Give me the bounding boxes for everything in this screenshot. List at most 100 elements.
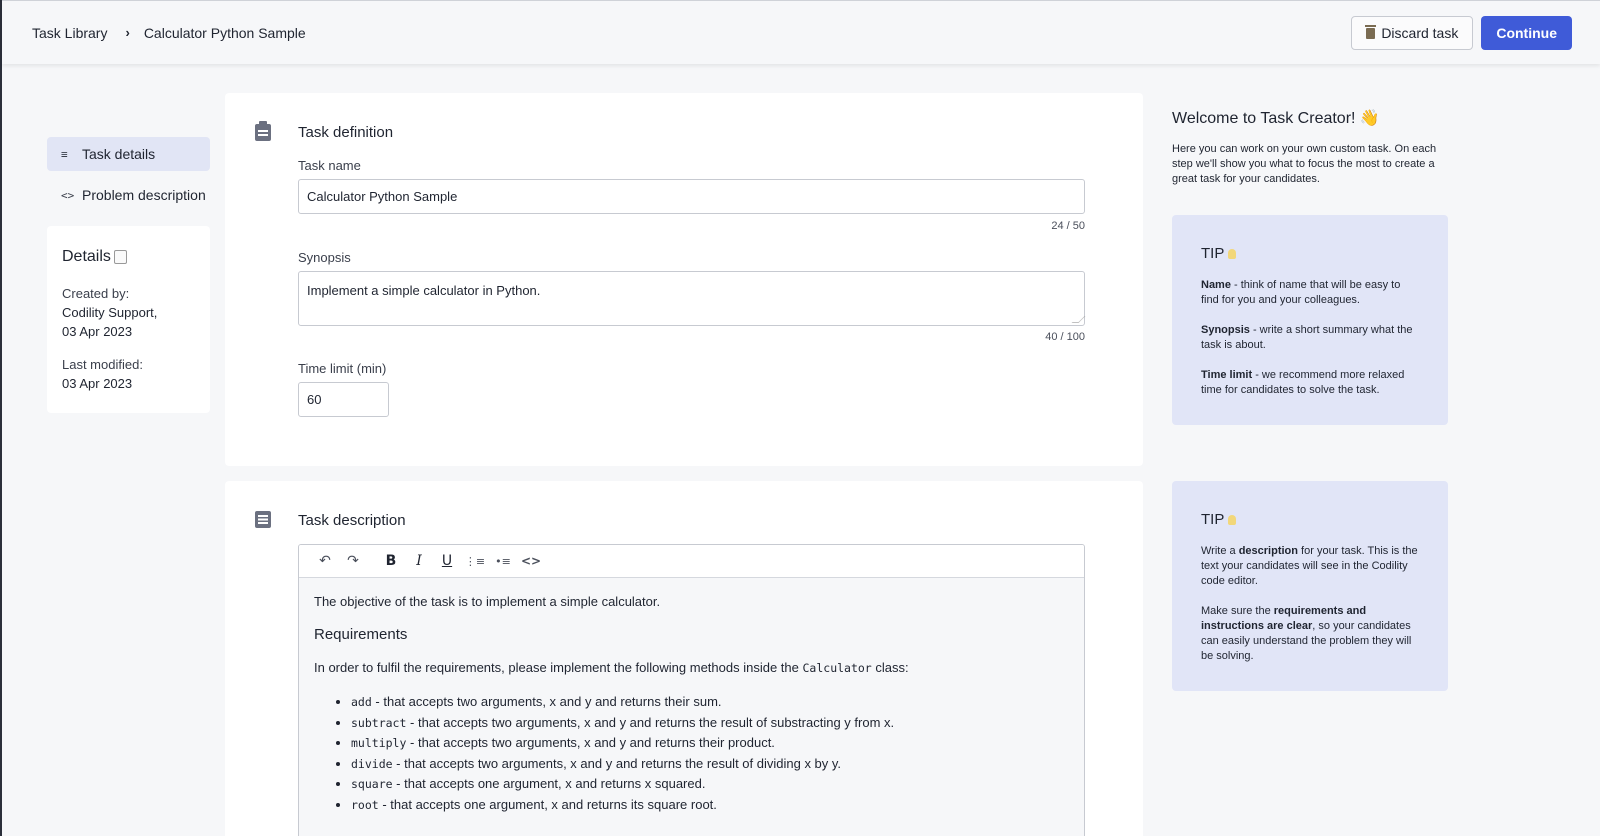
synopsis-text: Implement a simple calculator in Python. bbox=[307, 283, 541, 298]
bullet-list-icon[interactable]: •≡ bbox=[489, 555, 517, 568]
list-icon: ≡ bbox=[61, 147, 68, 161]
last-modified-label: Last modified: bbox=[62, 357, 143, 372]
task-name-counter: 24 / 50 bbox=[1051, 220, 1085, 232]
undo-icon[interactable]: ↶ bbox=[311, 553, 339, 569]
details-card: Details Created by: Codility Support, 03… bbox=[47, 226, 210, 413]
requirements-heading: Requirements bbox=[314, 626, 408, 643]
editor-toolbar: ↶ ↷ B I U ⋮≡ •≡ <> bbox=[299, 545, 1084, 578]
created-by-value: Codility Support, bbox=[62, 305, 158, 320]
method-text: - that accepts two arguments, x and y an… bbox=[410, 735, 775, 750]
method-code: multiply bbox=[351, 736, 407, 750]
tip-bold: description bbox=[1238, 545, 1298, 557]
breadcrumb-current: Calculator Python Sample bbox=[143, 24, 306, 41]
synopsis-counter: 40 / 100 bbox=[1045, 331, 1085, 343]
method-code: add bbox=[351, 695, 372, 709]
nav-item-label: Problem description bbox=[82, 187, 206, 203]
details-title-text: Details bbox=[62, 248, 111, 265]
created-date: 03 Apr 2023 bbox=[62, 324, 133, 339]
chevron-right-icon: › bbox=[125, 25, 130, 40]
continue-button[interactable]: Continue bbox=[1481, 16, 1572, 50]
rich-text-editor[interactable]: ↶ ↷ B I U ⋮≡ •≡ <> The objective of the … bbox=[298, 544, 1085, 836]
tip-paragraph: Write a description for your task. This … bbox=[1201, 544, 1419, 589]
code-icon: <> bbox=[61, 188, 75, 202]
method-text: - that accepts two arguments, x and y an… bbox=[410, 714, 895, 730]
task-name-label: Task name bbox=[298, 158, 361, 173]
last-modified-date: 03 Apr 2023 bbox=[62, 376, 133, 391]
requirements-paragraph: In order to fulfil the requirements, ple… bbox=[314, 660, 1069, 675]
method-code: root bbox=[351, 797, 379, 812]
method-text: - that accepts two arguments, x and y an… bbox=[375, 694, 722, 709]
method-code: subtract bbox=[351, 715, 407, 730]
list-item: add - that accepts two arguments, x and … bbox=[351, 692, 1069, 713]
list-item: square - that accepts one argument, x an… bbox=[351, 774, 1069, 795]
created-by-label: Created by: bbox=[62, 286, 130, 301]
resize-handle[interactable] bbox=[1071, 316, 1086, 323]
redo-icon[interactable]: ↷ bbox=[339, 553, 367, 569]
tip-card-description: TIP Write a description for your task. T… bbox=[1172, 481, 1448, 691]
lightbulb-icon bbox=[1228, 515, 1237, 526]
italic-icon[interactable]: I bbox=[405, 553, 433, 569]
tip-card-definition: TIP Name - think of name that will be ea… bbox=[1172, 215, 1448, 425]
tip-item-synopsis: Synopsis - write a short summary what th… bbox=[1201, 323, 1419, 353]
method-code: square bbox=[351, 777, 393, 791]
time-limit-input[interactable] bbox=[298, 382, 389, 417]
trash-icon bbox=[1365, 24, 1377, 39]
nav-item-task-details[interactable]: ≡ Task details bbox=[47, 137, 210, 171]
ordered-list-icon[interactable]: ⋮≡ bbox=[461, 555, 489, 568]
discard-task-button[interactable]: Discard task bbox=[1351, 16, 1474, 50]
breadcrumb-task-library[interactable]: Task Library bbox=[32, 25, 107, 41]
lightbulb-icon bbox=[1228, 249, 1237, 260]
tip-text: Write a bbox=[1201, 545, 1239, 557]
notepad-icon bbox=[113, 249, 127, 264]
bold-icon[interactable]: B bbox=[377, 553, 405, 569]
list-item: root - that accepts one argument, x and … bbox=[351, 795, 1069, 816]
tip-text: - think of name that will be easy to fin… bbox=[1201, 279, 1401, 306]
tip-item-name: Name - think of name that will be easy t… bbox=[1201, 278, 1419, 308]
nav-item-label: Task details bbox=[82, 146, 156, 162]
task-description-card: Task description ↶ ↷ B I U ⋮≡ •≡ <> The … bbox=[225, 481, 1143, 836]
task-description-title: Task description bbox=[298, 512, 406, 529]
side-nav: ≡ Task details <> Problem description bbox=[47, 137, 210, 219]
tip-bold: Synopsis bbox=[1201, 324, 1250, 336]
tip-paragraph: Make sure the requirements and instructi… bbox=[1201, 604, 1419, 664]
method-code: divide bbox=[351, 756, 393, 771]
welcome-text: Here you can work on your own custom tas… bbox=[1172, 143, 1437, 185]
tip-item-time-limit: Time limit - we recommend more relaxed t… bbox=[1201, 368, 1419, 398]
task-definition-title: Task definition bbox=[298, 124, 394, 141]
time-limit-label: Time limit (min) bbox=[298, 361, 387, 376]
task-name-input[interactable] bbox=[298, 179, 1085, 214]
tip-text: Make sure the bbox=[1201, 605, 1274, 617]
details-title: Details bbox=[62, 248, 195, 266]
tip-title: TIP bbox=[1201, 511, 1419, 528]
list-item: multiply - that accepts two arguments, x… bbox=[351, 733, 1069, 754]
tip-bold: Name bbox=[1201, 279, 1231, 291]
welcome-title: Welcome to Task Creator! 👋 bbox=[1172, 110, 1380, 127]
requirements-text: In order to fulfil the requirements, ple… bbox=[314, 660, 799, 675]
nav-item-problem-description[interactable]: <> Problem description bbox=[47, 178, 210, 212]
task-definition-card: Task definition Task name 24 / 50 Synops… bbox=[225, 93, 1143, 466]
header-actions: Discard task Continue bbox=[1351, 16, 1572, 50]
method-text: - that accepts two arguments, x and y an… bbox=[396, 755, 842, 771]
tip-title-text: TIP bbox=[1201, 245, 1225, 262]
synopsis-textarea[interactable]: Implement a simple calculator in Python. bbox=[298, 271, 1086, 326]
discard-task-label: Discard task bbox=[1381, 25, 1459, 41]
requirements-text-end: class: bbox=[875, 660, 909, 675]
tip-bold: Time limit bbox=[1201, 369, 1253, 381]
method-text: - that accepts one argument, x and retur… bbox=[382, 796, 717, 812]
methods-list: add - that accepts two arguments, x and … bbox=[351, 692, 1069, 815]
list-item: subtract - that accepts two arguments, x… bbox=[351, 713, 1069, 734]
intro-paragraph: The objective of the task is to implemen… bbox=[314, 594, 661, 609]
clipboard-icon bbox=[255, 121, 271, 141]
class-name-code: Calculator bbox=[802, 661, 872, 675]
tip-title: TIP bbox=[1201, 245, 1419, 262]
code-block-icon[interactable]: <> bbox=[517, 554, 545, 568]
editor-content[interactable]: The objective of the task is to implemen… bbox=[299, 578, 1084, 831]
breadcrumb: Task Library › Calculator Python Sample bbox=[32, 25, 306, 41]
underline-icon[interactable]: U bbox=[433, 553, 461, 569]
top-header: Task Library › Calculator Python Sample … bbox=[2, 0, 1600, 64]
tip-title-text: TIP bbox=[1201, 511, 1225, 528]
method-text: - that accepts one argument, x and retur… bbox=[396, 776, 706, 791]
document-icon bbox=[255, 511, 271, 528]
synopsis-label: Synopsis bbox=[298, 250, 351, 265]
list-item: divide - that accepts two arguments, x a… bbox=[351, 754, 1069, 775]
